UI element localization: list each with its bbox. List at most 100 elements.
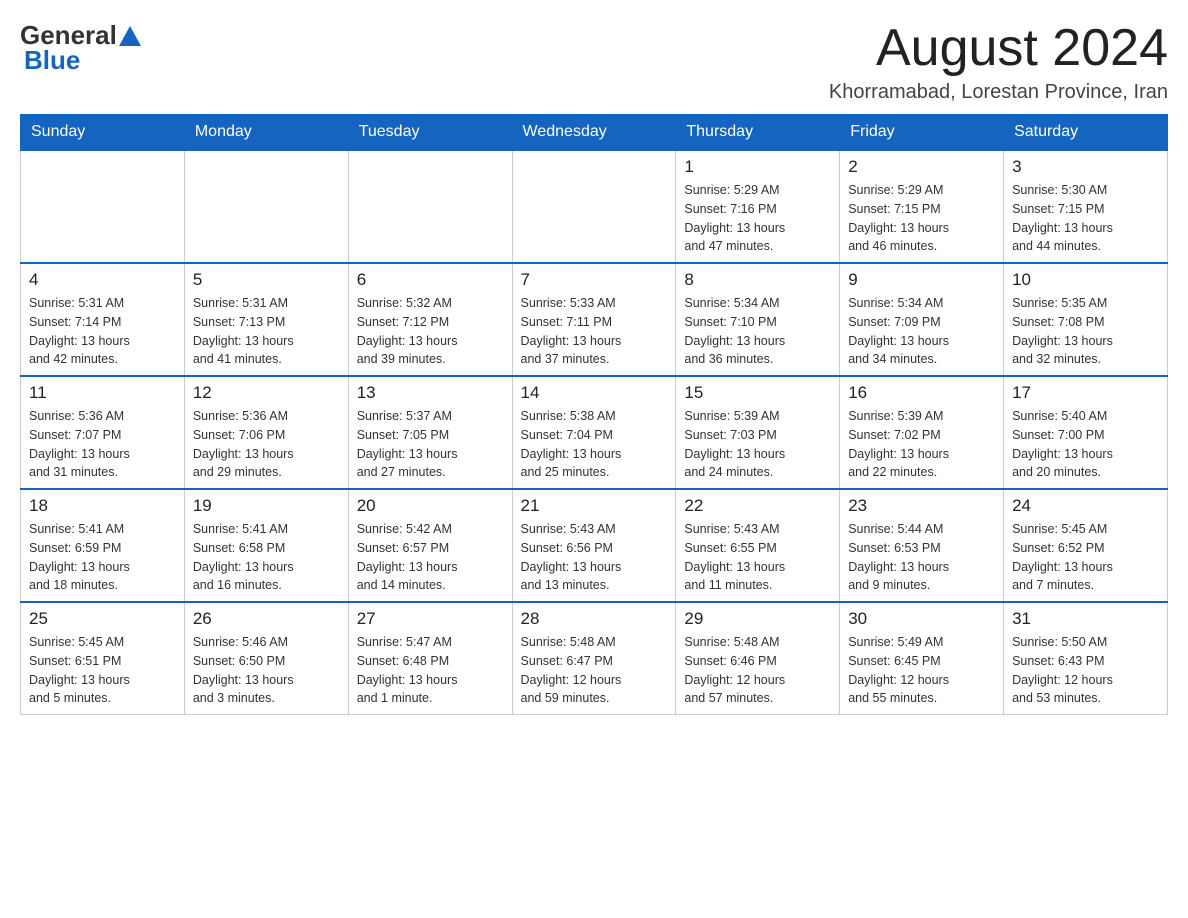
calendar-cell: 27 Sunrise: 5:47 AMSunset: 6:48 PMDayligh… (348, 602, 512, 715)
day-info: Sunrise: 5:46 AMSunset: 6:50 PMDaylight:… (193, 633, 340, 708)
day-info: Sunrise: 5:34 AMSunset: 7:10 PMDaylight:… (684, 294, 831, 369)
day-number: 3 (1012, 157, 1159, 177)
day-number: 26 (193, 609, 340, 629)
day-info: Sunrise: 5:48 AMSunset: 6:46 PMDaylight:… (684, 633, 831, 708)
day-number: 25 (29, 609, 176, 629)
day-info: Sunrise: 5:41 AMSunset: 6:58 PMDaylight:… (193, 520, 340, 595)
calendar-cell: 12 Sunrise: 5:36 AMSunset: 7:06 PMDayligh… (184, 376, 348, 489)
logo-triangle-icon (119, 26, 141, 46)
calendar-cell: 7 Sunrise: 5:33 AMSunset: 7:11 PMDaylight… (512, 263, 676, 376)
week-row-2: 11 Sunrise: 5:36 AMSunset: 7:07 PMDayligh… (21, 376, 1168, 489)
week-row-4: 25 Sunrise: 5:45 AMSunset: 6:51 PMDayligh… (21, 602, 1168, 715)
calendar-cell: 14Sunrise: 5:38 AMSunset: 7:04 PMDayligh… (512, 376, 676, 489)
day-info: Sunrise: 5:37 AMSunset: 7:05 PMDaylight:… (357, 407, 504, 482)
calendar-cell: 11 Sunrise: 5:36 AMSunset: 7:07 PMDayligh… (21, 376, 185, 489)
day-number: 23 (848, 496, 995, 516)
day-number: 6 (357, 270, 504, 290)
logo: General Blue (20, 20, 141, 76)
day-info: Sunrise: 5:50 AMSunset: 6:43 PMDaylight:… (1012, 633, 1159, 708)
title-section: August 2024 Khorramabad, Lorestan Provin… (829, 20, 1168, 104)
calendar-cell: 13Sunrise: 5:37 AMSunset: 7:05 PMDayligh… (348, 376, 512, 489)
day-info: Sunrise: 5:30 AMSunset: 7:15 PMDaylight:… (1012, 181, 1159, 256)
day-info: Sunrise: 5:29 AMSunset: 7:16 PMDaylight:… (684, 181, 831, 256)
day-number: 31 (1012, 609, 1159, 629)
day-info: Sunrise: 5:49 AMSunset: 6:45 PMDaylight:… (848, 633, 995, 708)
week-row-1: 4 Sunrise: 5:31 AMSunset: 7:14 PMDaylight… (21, 263, 1168, 376)
day-number: 22 (684, 496, 831, 516)
location-subtitle: Khorramabad, Lorestan Province, Iran (829, 81, 1168, 104)
calendar-cell: 18Sunrise: 5:41 AMSunset: 6:59 PMDayligh… (21, 489, 185, 602)
day-info: Sunrise: 5:32 AMSunset: 7:12 PMDaylight:… (357, 294, 504, 369)
header-row: SundayMondayTuesdayWednesdayThursdayFrid… (21, 115, 1168, 151)
day-number: 29 (684, 609, 831, 629)
day-info: Sunrise: 5:33 AMSunset: 7:11 PMDaylight:… (521, 294, 668, 369)
day-info: Sunrise: 5:39 AMSunset: 7:02 PMDaylight:… (848, 407, 995, 482)
calendar-table: SundayMondayTuesdayWednesdayThursdayFrid… (20, 114, 1168, 715)
day-number: 19 (193, 496, 340, 516)
page-header: General Blue August 2024 Khorramabad, Lo… (20, 20, 1168, 104)
calendar-cell (512, 150, 676, 263)
day-info: Sunrise: 5:29 AMSunset: 7:15 PMDaylight:… (848, 181, 995, 256)
calendar-cell: 10Sunrise: 5:35 AMSunset: 7:08 PMDayligh… (1004, 263, 1168, 376)
calendar-cell: 28Sunrise: 5:48 AMSunset: 6:47 PMDayligh… (512, 602, 676, 715)
calendar-cell: 21 Sunrise: 5:43 AMSunset: 6:56 PMDayligh… (512, 489, 676, 602)
calendar-cell: 5 Sunrise: 5:31 AMSunset: 7:13 PMDaylight… (184, 263, 348, 376)
day-number: 5 (193, 270, 340, 290)
calendar-cell (348, 150, 512, 263)
month-title: August 2024 (829, 20, 1168, 77)
day-number: 11 (29, 383, 176, 403)
calendar-cell: 1 Sunrise: 5:29 AMSunset: 7:16 PMDaylight… (676, 150, 840, 263)
day-info: Sunrise: 5:43 AMSunset: 6:55 PMDaylight:… (684, 520, 831, 595)
day-number: 7 (521, 270, 668, 290)
calendar-cell: 6 Sunrise: 5:32 AMSunset: 7:12 PMDaylight… (348, 263, 512, 376)
day-info: Sunrise: 5:34 AMSunset: 7:09 PMDaylight:… (848, 294, 995, 369)
day-info: Sunrise: 5:31 AMSunset: 7:13 PMDaylight:… (193, 294, 340, 369)
day-number: 4 (29, 270, 176, 290)
calendar-cell: 22 Sunrise: 5:43 AMSunset: 6:55 PMDayligh… (676, 489, 840, 602)
day-info: Sunrise: 5:36 AMSunset: 7:07 PMDaylight:… (29, 407, 176, 482)
day-info: Sunrise: 5:47 AMSunset: 6:48 PMDaylight:… (357, 633, 504, 708)
day-number: 1 (684, 157, 831, 177)
day-info: Sunrise: 5:43 AMSunset: 6:56 PMDaylight:… (521, 520, 668, 595)
day-header-saturday: Saturday (1004, 115, 1168, 151)
calendar-cell: 24 Sunrise: 5:45 AMSunset: 6:52 PMDayligh… (1004, 489, 1168, 602)
day-header-friday: Friday (840, 115, 1004, 151)
calendar-cell: 3 Sunrise: 5:30 AMSunset: 7:15 PMDaylight… (1004, 150, 1168, 263)
day-number: 24 (1012, 496, 1159, 516)
day-header-sunday: Sunday (21, 115, 185, 151)
week-row-3: 18Sunrise: 5:41 AMSunset: 6:59 PMDayligh… (21, 489, 1168, 602)
day-header-wednesday: Wednesday (512, 115, 676, 151)
calendar-body: 1 Sunrise: 5:29 AMSunset: 7:16 PMDaylight… (21, 150, 1168, 715)
week-row-0: 1 Sunrise: 5:29 AMSunset: 7:16 PMDaylight… (21, 150, 1168, 263)
calendar-cell: 15Sunrise: 5:39 AMSunset: 7:03 PMDayligh… (676, 376, 840, 489)
calendar-cell (184, 150, 348, 263)
day-number: 14 (521, 383, 668, 403)
day-info: Sunrise: 5:39 AMSunset: 7:03 PMDaylight:… (684, 407, 831, 482)
day-header-thursday: Thursday (676, 115, 840, 151)
calendar-cell: 20 Sunrise: 5:42 AMSunset: 6:57 PMDayligh… (348, 489, 512, 602)
day-number: 30 (848, 609, 995, 629)
day-info: Sunrise: 5:40 AMSunset: 7:00 PMDaylight:… (1012, 407, 1159, 482)
logo-text-blue: Blue (24, 45, 80, 76)
day-info: Sunrise: 5:45 AMSunset: 6:52 PMDaylight:… (1012, 520, 1159, 595)
day-number: 17 (1012, 383, 1159, 403)
day-info: Sunrise: 5:35 AMSunset: 7:08 PMDaylight:… (1012, 294, 1159, 369)
calendar-cell: 16 Sunrise: 5:39 AMSunset: 7:02 PMDayligh… (840, 376, 1004, 489)
day-info: Sunrise: 5:42 AMSunset: 6:57 PMDaylight:… (357, 520, 504, 595)
day-number: 9 (848, 270, 995, 290)
day-info: Sunrise: 5:44 AMSunset: 6:53 PMDaylight:… (848, 520, 995, 595)
day-number: 21 (521, 496, 668, 516)
day-number: 12 (193, 383, 340, 403)
calendar-cell: 17 Sunrise: 5:40 AMSunset: 7:00 PMDayligh… (1004, 376, 1168, 489)
day-info: Sunrise: 5:45 AMSunset: 6:51 PMDaylight:… (29, 633, 176, 708)
day-number: 27 (357, 609, 504, 629)
day-info: Sunrise: 5:31 AMSunset: 7:14 PMDaylight:… (29, 294, 176, 369)
calendar-cell: 25 Sunrise: 5:45 AMSunset: 6:51 PMDayligh… (21, 602, 185, 715)
day-number: 2 (848, 157, 995, 177)
calendar-cell: 26 Sunrise: 5:46 AMSunset: 6:50 PMDayligh… (184, 602, 348, 715)
day-info: Sunrise: 5:36 AMSunset: 7:06 PMDaylight:… (193, 407, 340, 482)
day-number: 16 (848, 383, 995, 403)
day-number: 20 (357, 496, 504, 516)
calendar-cell: 31 Sunrise: 5:50 AMSunset: 6:43 PMDayligh… (1004, 602, 1168, 715)
calendar-cell (21, 150, 185, 263)
